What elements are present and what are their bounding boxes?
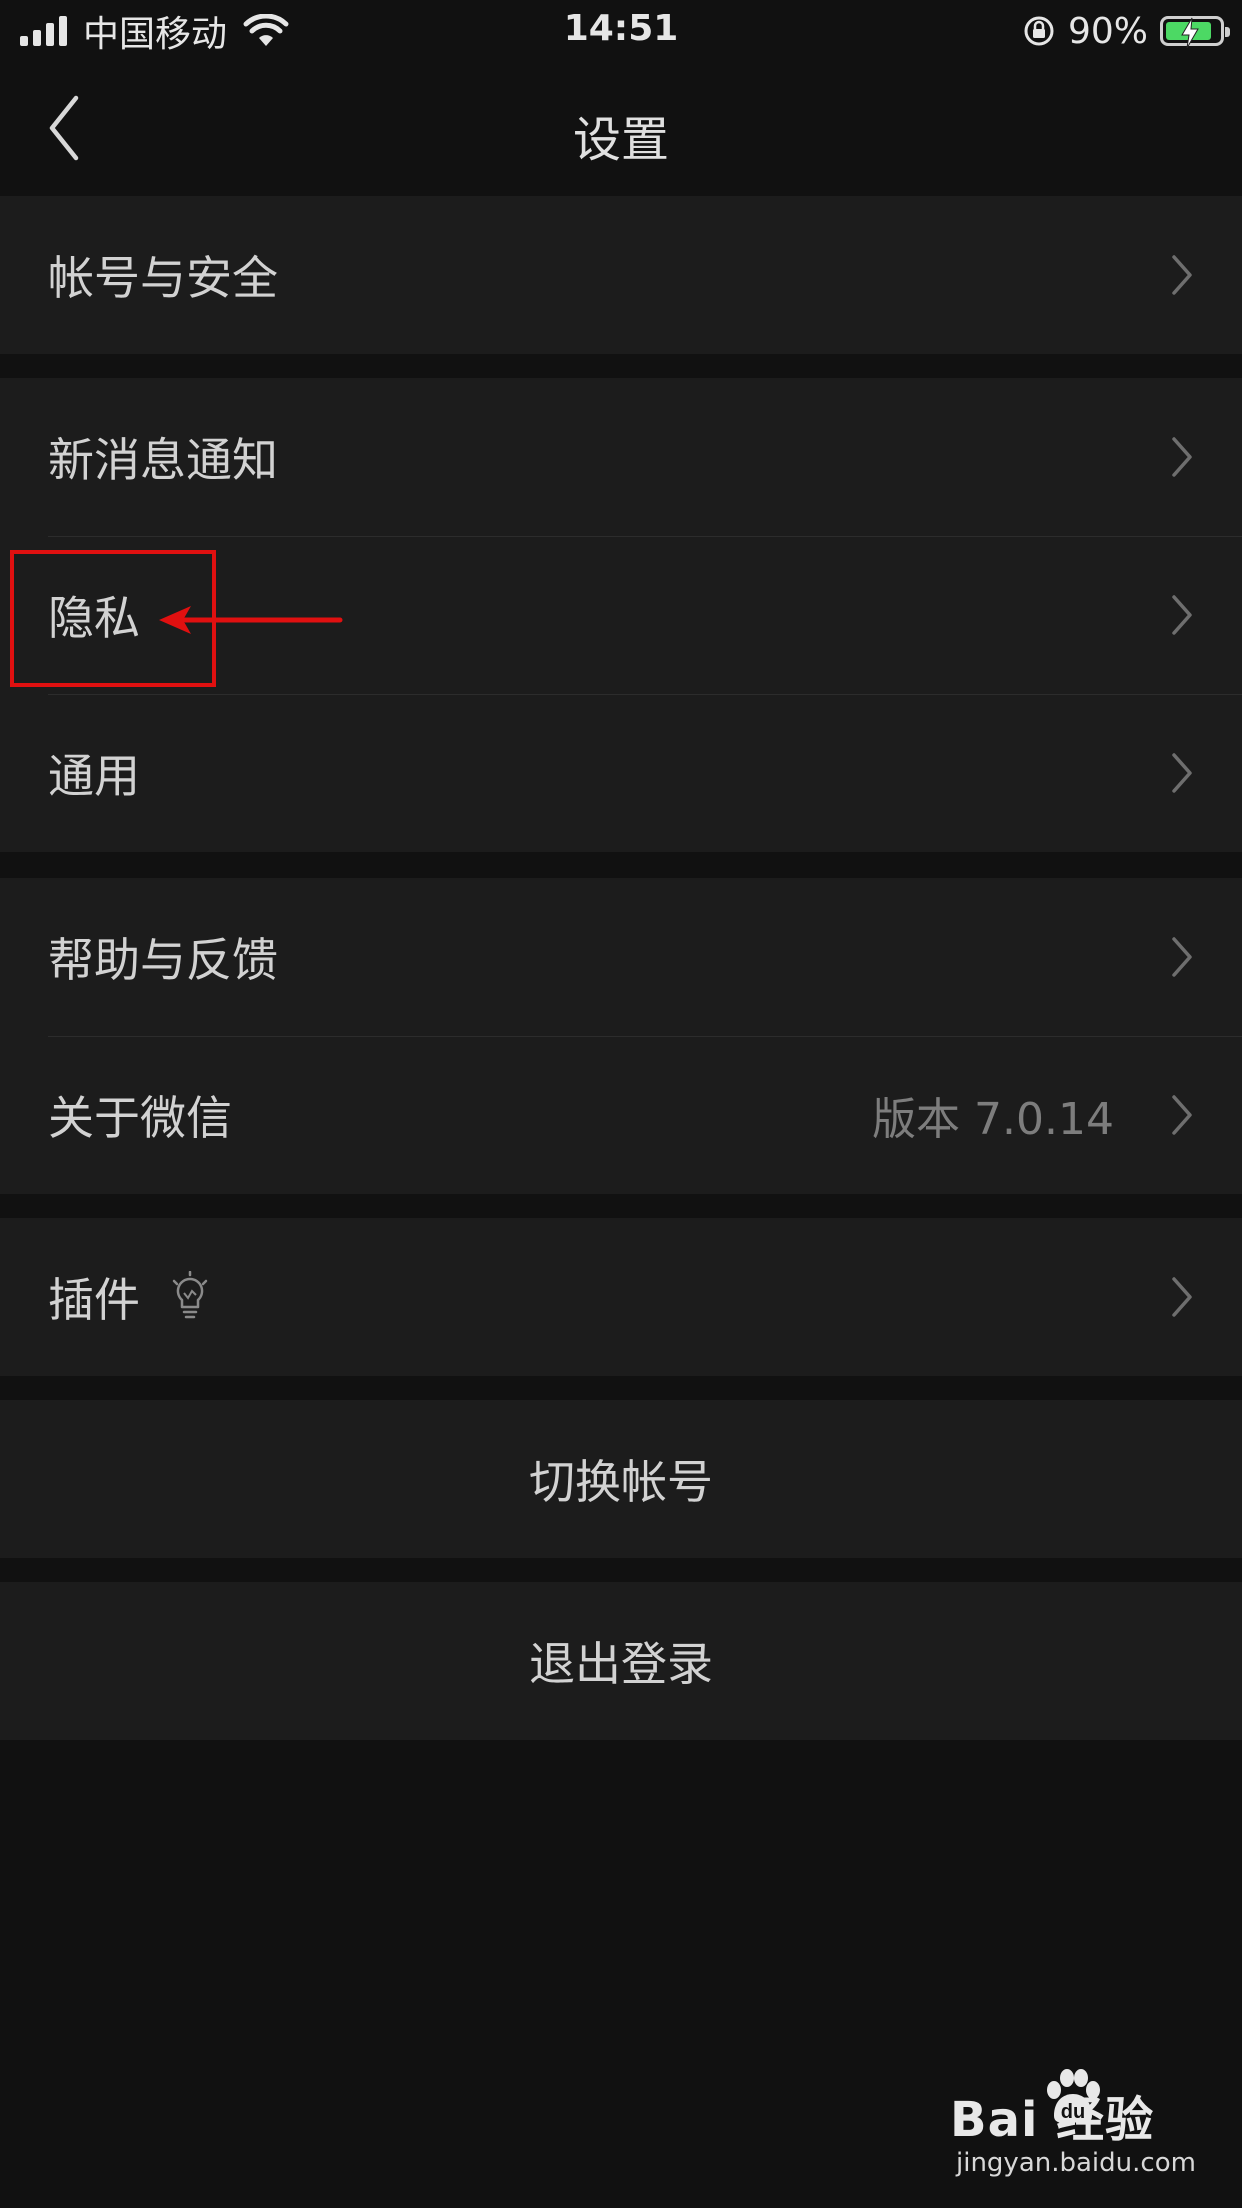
row-account-security[interactable]: 帐号与安全	[0, 196, 1242, 354]
orientation-lock-icon	[1024, 16, 1054, 46]
row-label: 关于微信	[48, 1091, 232, 1145]
row-new-message-notification[interactable]: 新消息通知	[0, 378, 1242, 536]
chevron-right-icon	[1172, 937, 1192, 977]
row-label: 隐私	[48, 591, 140, 645]
watermark-url: jingyan.baidu.com	[956, 2148, 1196, 2178]
battery-icon	[1160, 16, 1230, 49]
settings-group-general: 新消息通知 隐私 通用	[0, 378, 1242, 852]
watermark: Bai 经验 du jingyan.baidu.com	[950, 2069, 1196, 2180]
chevron-right-icon	[1172, 255, 1192, 295]
settings-group-switch-account: 切换帐号	[0, 1400, 1242, 1558]
lightbulb-icon	[172, 1271, 208, 1319]
chevron-right-icon	[1172, 437, 1192, 477]
switch-account-label: 切换帐号	[529, 1455, 713, 1509]
chevron-right-icon	[1172, 595, 1192, 635]
row-label: 通用	[48, 749, 140, 803]
logout-button[interactable]: 退出登录	[0, 1582, 1242, 1740]
row-privacy[interactable]: 隐私	[0, 536, 1242, 694]
nav-bar: 设置	[0, 64, 1242, 192]
charging-bolt-icon	[1181, 17, 1199, 49]
paw-icon: du	[1047, 2069, 1100, 2124]
settings-group-logout: 退出登录	[0, 1582, 1242, 1740]
row-label: 新消息通知	[48, 433, 278, 487]
chevron-right-icon	[1172, 1277, 1192, 1317]
row-help-feedback[interactable]: 帮助与反馈	[0, 878, 1242, 1036]
switch-account-button[interactable]: 切换帐号	[0, 1400, 1242, 1558]
row-about-wechat[interactable]: 关于微信 版本 7.0.14	[0, 1036, 1242, 1194]
settings-group-help: 帮助与反馈 关于微信 版本 7.0.14	[0, 878, 1242, 1194]
settings-group-account: 帐号与安全	[0, 196, 1242, 354]
page-title: 设置	[572, 112, 669, 168]
chevron-right-icon	[1172, 1095, 1192, 1135]
status-right: 90%	[1022, 8, 1230, 54]
battery-percent: 90%	[1067, 10, 1148, 52]
row-label: 帮助与反馈	[48, 933, 278, 987]
svg-text:du: du	[1061, 2101, 1085, 2123]
logout-label: 退出登录	[529, 1637, 713, 1691]
row-plugins[interactable]: 插件	[0, 1218, 1242, 1376]
row-general[interactable]: 通用	[0, 694, 1242, 852]
settings-group-plugins: 插件	[0, 1218, 1242, 1376]
version-value: 版本 7.0.14	[872, 1094, 1114, 1145]
chevron-right-icon	[1172, 753, 1192, 793]
row-label: 帐号与安全	[48, 251, 278, 305]
row-label: 插件	[48, 1273, 140, 1327]
status-bar: 中国移动 14:51 90%	[0, 0, 1242, 64]
